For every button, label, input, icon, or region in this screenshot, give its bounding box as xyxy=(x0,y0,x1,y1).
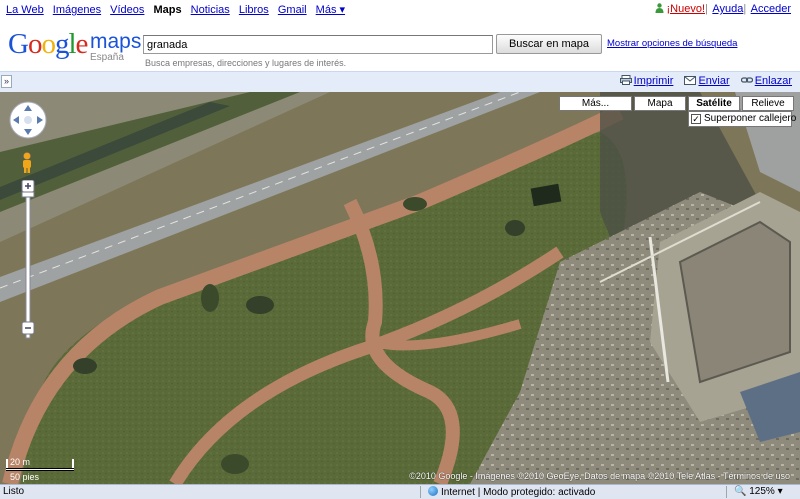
zoom-value: 125% xyxy=(749,486,775,497)
street-view-pegman-icon[interactable] xyxy=(20,152,34,174)
person-icon xyxy=(655,3,664,13)
globe-icon xyxy=(428,486,438,496)
collapse-panel-button[interactable]: » xyxy=(1,75,12,88)
map-canvas[interactable]: Más... Mapa Satélite Relieve ✓ Superponer… xyxy=(0,92,800,484)
zoom-level[interactable]: 🔍 125% ▾ xyxy=(734,486,783,497)
zone-text: Internet | Modo protegido: activado xyxy=(441,487,596,498)
overlay-label: Superponer callejero xyxy=(704,113,797,124)
map-type-satellite-button[interactable]: Satélite xyxy=(688,96,740,111)
map-type-map-button[interactable]: Mapa xyxy=(634,96,686,111)
maps-logo-word: maps xyxy=(90,30,142,53)
scale-imperial-label: 50 pies xyxy=(10,472,40,482)
security-zone: Internet | Modo protegido: activado xyxy=(428,486,595,498)
country-label: España xyxy=(90,52,124,63)
pan-control[interactable] xyxy=(8,100,48,140)
scale-metric-label: 20 m xyxy=(10,457,31,467)
nav-books-link[interactable]: Libros xyxy=(239,4,269,16)
services-links: La Web Imágenes Vídeos Maps Noticias Lib… xyxy=(6,3,351,16)
map-type-terrain-button[interactable]: Relieve xyxy=(742,96,794,111)
nav-more-link[interactable]: Más ▾ xyxy=(316,4,345,16)
street-overlay-option[interactable]: ✓ Superponer callejero xyxy=(688,111,796,127)
nav-web-link[interactable]: La Web xyxy=(6,4,44,16)
search-input[interactable] xyxy=(143,35,493,54)
account-links: ¡Nuevo!| Ayuda| Acceder xyxy=(655,3,794,15)
search-button[interactable]: Buscar en mapa xyxy=(496,34,602,54)
google-logo[interactable]: Google xyxy=(8,28,88,61)
nav-news-link[interactable]: Noticias xyxy=(191,4,230,16)
link-icon xyxy=(740,77,753,83)
browser-status-bar: Listo Internet | Modo protegido: activad… xyxy=(0,484,800,499)
map-type-more-button[interactable]: Más... xyxy=(559,96,632,111)
overlay-checkbox[interactable]: ✓ xyxy=(691,114,701,124)
link-link[interactable]: Enlazar xyxy=(755,75,792,87)
nav-maps-active: Maps xyxy=(153,4,182,16)
header: Google maps España Buscar en mapa Busca … xyxy=(0,22,800,68)
help-link[interactable]: Ayuda xyxy=(712,3,743,15)
print-link[interactable]: Imprimir xyxy=(634,75,674,87)
send-link[interactable]: Enviar xyxy=(698,75,729,87)
search-options-link[interactable]: Mostrar opciones de búsqueda xyxy=(607,38,737,49)
nav-gmail-link[interactable]: Gmail xyxy=(278,4,307,16)
map-toolbar: » Imprimir Enviar Enlazar xyxy=(0,71,800,92)
print-icon xyxy=(619,75,632,85)
top-nav: La Web Imágenes Vídeos Maps Noticias Lib… xyxy=(0,0,800,18)
separator: | xyxy=(705,3,708,15)
satellite-imagery xyxy=(0,92,800,484)
search-hint: Busca empresas, direcciones y lugares de… xyxy=(145,58,347,68)
sign-in-link[interactable]: Acceder xyxy=(751,3,791,15)
nav-videos-link[interactable]: Vídeos xyxy=(110,4,144,16)
nav-images-link[interactable]: Imágenes xyxy=(53,4,101,16)
tool-links: Imprimir Enviar Enlazar xyxy=(619,75,792,87)
new-link[interactable]: ¡Nuevo! xyxy=(666,3,705,15)
zoom-slider[interactable] xyxy=(21,180,35,340)
email-icon xyxy=(684,76,697,85)
map-copyright: ©2010 Google - Imágenes ©2010 GeoEye, Da… xyxy=(409,471,790,481)
status-text: Listo xyxy=(3,486,25,497)
scale-bar: 20 m 50 pies xyxy=(6,457,76,483)
separator: | xyxy=(743,3,747,15)
